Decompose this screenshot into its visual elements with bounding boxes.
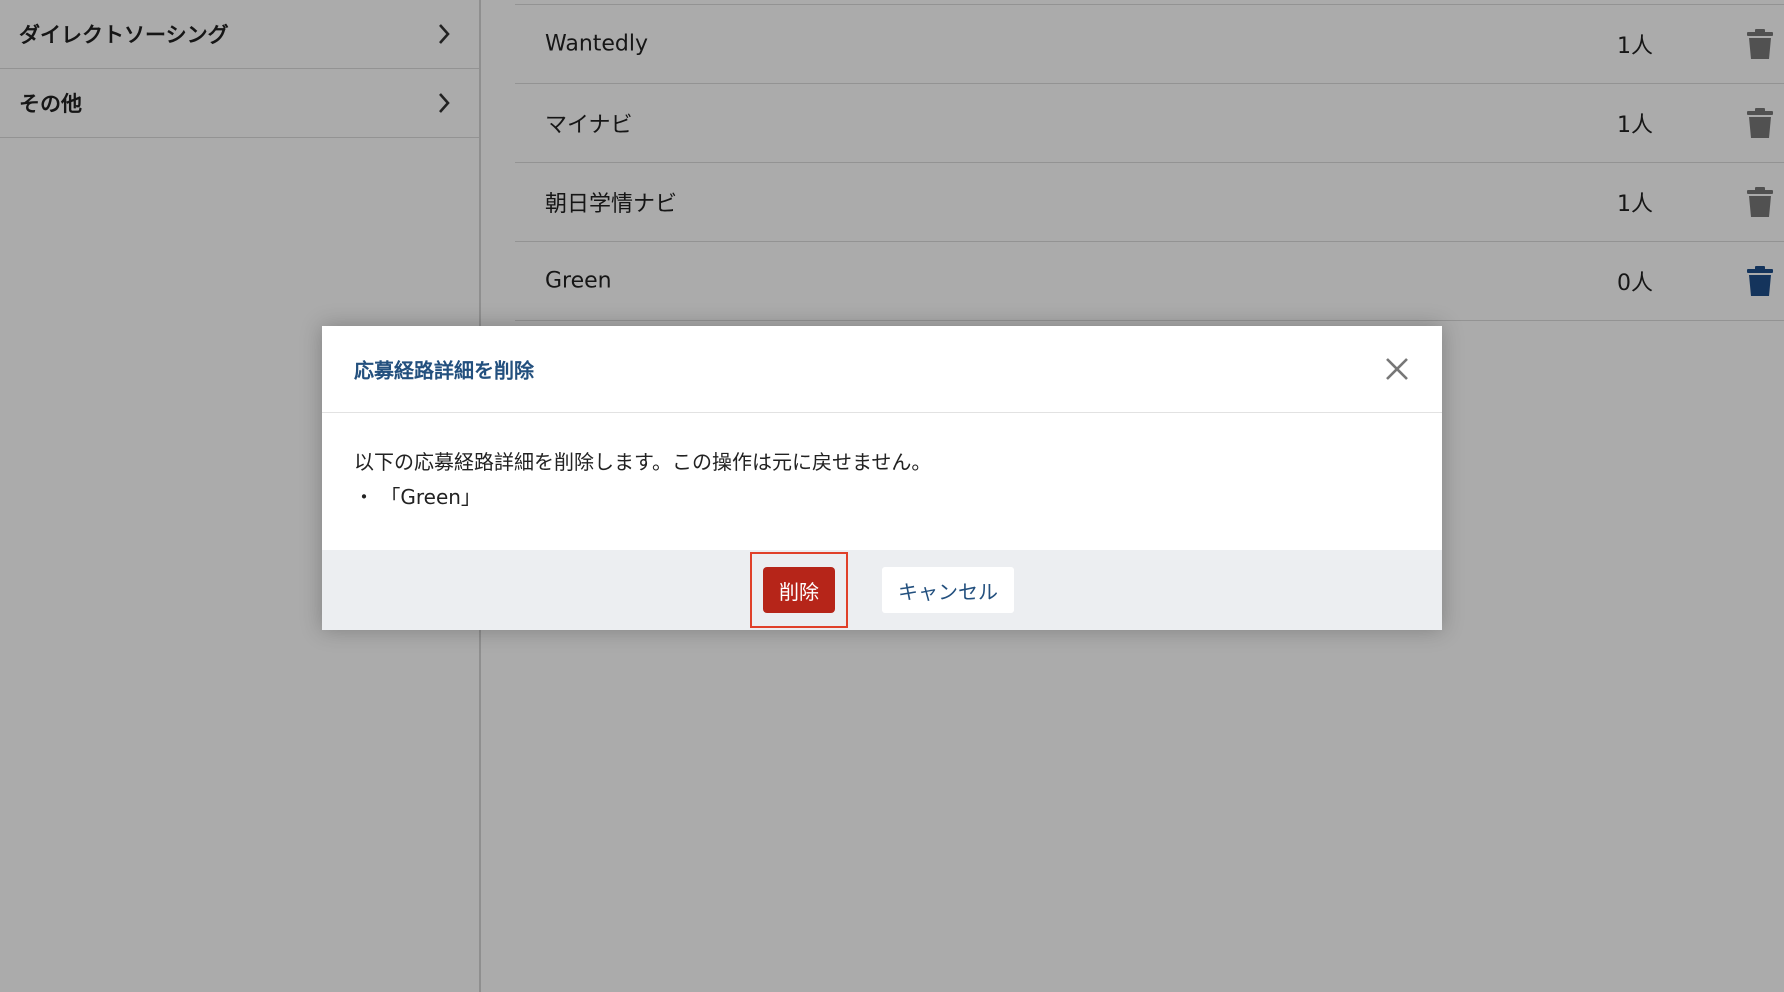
dialog-header: 応募経路詳細を削除 (322, 326, 1442, 413)
delete-button-highlight: 削除 (750, 552, 848, 628)
delete-dialog: 応募経路詳細を削除 以下の応募経路詳細を削除します。この操作は元に戻せません。 … (322, 326, 1442, 630)
dialog-body: 以下の応募経路詳細を削除します。この操作は元に戻せません。 ・ 「Green」 (322, 413, 1442, 550)
dialog-footer: 削除 キャンセル (322, 550, 1442, 630)
dialog-target-item: ・ 「Green」 (354, 485, 481, 509)
delete-button[interactable]: 削除 (763, 567, 835, 613)
dialog-message: 以下の応募経路詳細を削除します。この操作は元に戻せません。 (354, 450, 932, 474)
close-icon[interactable] (1382, 354, 1412, 384)
cancel-button[interactable]: キャンセル (882, 567, 1014, 613)
dialog-title: 応募経路詳細を削除 (354, 358, 534, 383)
